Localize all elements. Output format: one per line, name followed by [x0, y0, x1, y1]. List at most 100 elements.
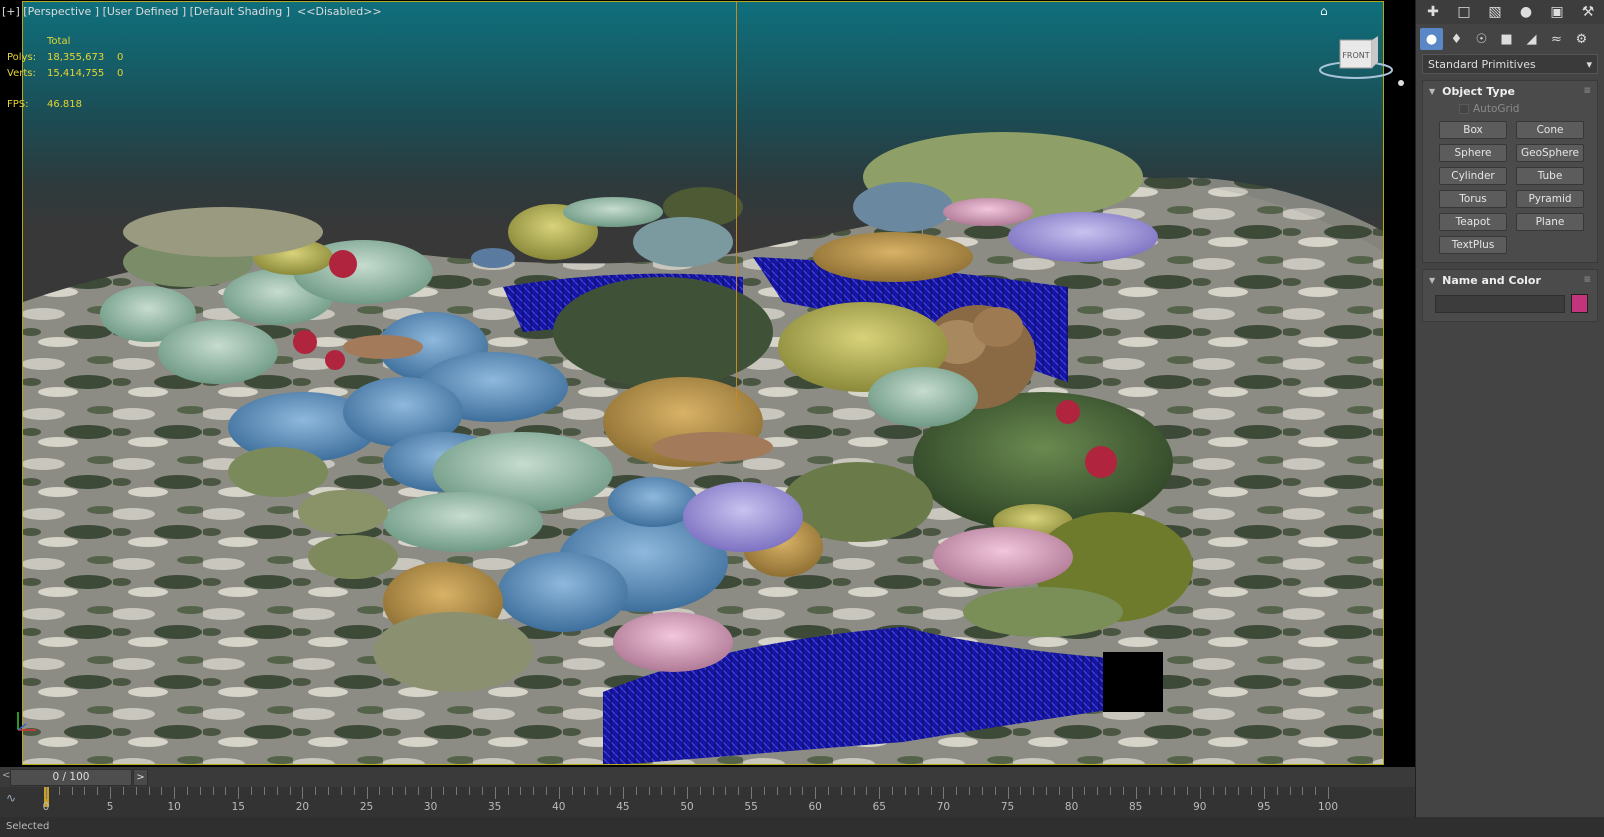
frame-tick	[1045, 787, 1047, 795]
autogrid-checkbox[interactable]: AutoGrid	[1423, 101, 1597, 119]
name-and-color-title: Name and Color	[1442, 273, 1541, 287]
time-slider[interactable]: 0 / 100	[10, 769, 132, 786]
status-bar: Selected	[0, 817, 1604, 837]
frame-tick	[187, 787, 189, 795]
stats-verts-label: Verts:	[7, 68, 36, 79]
lights-icon[interactable]: ☉	[1470, 28, 1493, 50]
statistics-overlay: Total Polys: 18,355,673 0 Verts: 15,414,…	[0, 36, 150, 116]
primitive-category-dropdown[interactable]: Standard Primitives ▾	[1422, 54, 1598, 74]
object-type-header[interactable]: ▼ Object Type ≡	[1423, 81, 1597, 101]
stats-polys-selected: 0	[117, 52, 124, 63]
rollout-grip-icon: ≡	[1583, 275, 1591, 285]
hierarchy-icon[interactable]: ▧	[1484, 3, 1506, 21]
frame-tick-label: 0	[42, 801, 50, 813]
frame-tick	[430, 787, 432, 799]
track-bar[interactable]: ∿ 0 5 10 15 20 25 30 35 40 45 50 55 60 65 70 75 80 85 90 95…	[0, 787, 1415, 817]
name-and-color-rollout: ▼ Name and Color ≡	[1422, 269, 1598, 322]
frame-tick	[148, 787, 150, 795]
teapot-button[interactable]: Teapot	[1439, 213, 1507, 231]
frame-tick	[1148, 787, 1150, 795]
viewcube[interactable]: FRONT	[1318, 36, 1404, 84]
frame-tick	[404, 787, 406, 795]
frame-tick	[276, 787, 278, 795]
frame-tick	[315, 787, 317, 795]
frame-tick-label: 40	[552, 801, 566, 813]
checkbox-icon[interactable]	[1459, 104, 1469, 114]
rollout-grip-icon: ≡	[1583, 86, 1591, 96]
viewport-label[interactable]: [+] [Perspective ] [User Defined ] [Defa…	[2, 5, 382, 18]
pyramid-button[interactable]: Pyramid	[1516, 190, 1584, 208]
frame-tick-label: 30	[423, 801, 438, 813]
modify-icon[interactable]: □	[1453, 3, 1475, 21]
frame-tick	[635, 787, 637, 795]
frame-tick	[558, 787, 560, 799]
helpers-icon[interactable]: ◢	[1520, 28, 1543, 50]
box-button[interactable]: Box	[1439, 121, 1507, 139]
home-icon[interactable]: ⌂	[1320, 4, 1328, 18]
systems-icon[interactable]: ⚙	[1570, 28, 1593, 50]
frame-tick	[494, 787, 496, 799]
frame-tick	[84, 787, 86, 795]
shapes-icon[interactable]: ♦	[1445, 28, 1468, 50]
axis-tripod-icon	[17, 712, 36, 731]
display-icon[interactable]: ▣	[1546, 3, 1568, 21]
frame-tick	[225, 787, 227, 795]
sphere-button[interactable]: Sphere	[1439, 144, 1507, 162]
frame-ruler[interactable]: 0 5 10 15 20 25 30 35 40 45 50 55 60 65 70 75 80 85 90 95 10…	[42, 787, 1386, 817]
time-next-button[interactable]: >	[133, 769, 148, 786]
create-icon[interactable]: ✚	[1422, 3, 1444, 21]
frame-tick	[1328, 787, 1329, 799]
space-warps-icon[interactable]: ≈	[1545, 28, 1568, 50]
frame-tick	[97, 787, 99, 795]
curve-editor-icon[interactable]: ∿	[6, 791, 16, 805]
geometry-icon[interactable]: ●	[1420, 28, 1443, 50]
cameras-icon[interactable]: ■	[1495, 28, 1518, 50]
cylinder-button[interactable]: Cylinder	[1439, 167, 1507, 185]
frame-tick	[533, 787, 535, 795]
cone-button[interactable]: Cone	[1516, 121, 1584, 139]
frame-tick	[251, 787, 253, 795]
frame-tick-label: 90	[1193, 801, 1207, 813]
torus-button[interactable]: Torus	[1439, 190, 1507, 208]
selection-status: Selected	[6, 821, 50, 832]
frame-tick	[789, 787, 791, 795]
frame-tick	[520, 787, 522, 795]
create-category-tabs: ● ♦ ☉ ■ ◢ ≈ ⚙	[1416, 24, 1604, 54]
frame-tick	[58, 787, 60, 795]
command-panel: ✚ □ ▧ ● ▣ ⚒ ● ♦ ☉ ■ ◢ ≈ ⚙ Standard Primi…	[1415, 0, 1604, 837]
motion-icon[interactable]: ●	[1515, 3, 1537, 21]
perspective-viewport[interactable]: [+] [Perspective ] [User Defined ] [Defa…	[0, 0, 1415, 767]
tube-button[interactable]: Tube	[1516, 167, 1584, 185]
frame-tick	[456, 787, 458, 795]
utilities-icon[interactable]: ⚒	[1577, 3, 1599, 21]
frame-tick	[469, 787, 471, 795]
frame-tick	[135, 787, 137, 795]
frame-tick-label: 5	[106, 801, 114, 813]
frame-tick	[302, 787, 304, 799]
viewport-divider-line	[736, 1, 737, 411]
frame-tick	[751, 787, 753, 799]
plane-button[interactable]: Plane	[1516, 213, 1584, 231]
frame-tick	[610, 787, 612, 795]
object-name-input[interactable]	[1435, 294, 1565, 313]
frame-tick	[353, 787, 355, 795]
object-color-swatch[interactable]	[1571, 294, 1588, 313]
frame-tick	[853, 787, 855, 795]
frame-tick	[776, 787, 778, 795]
frame-tick	[1251, 787, 1253, 795]
viewcube-face-label[interactable]: FRONT	[1342, 51, 1369, 60]
stats-fps-value: 46.818	[47, 99, 82, 110]
frame-tick	[674, 787, 676, 795]
textplus-button[interactable]: TextPlus	[1439, 236, 1507, 254]
frame-tick-label: 15	[231, 801, 245, 813]
frame-tick	[815, 787, 817, 799]
frame-tick	[943, 787, 945, 799]
frame-tick	[1084, 787, 1086, 795]
frame-tick	[622, 787, 624, 799]
frame-tick	[122, 787, 124, 795]
frame-tick	[1302, 787, 1304, 795]
geosphere-button[interactable]: GeoSphere	[1516, 144, 1584, 162]
frame-tick	[1007, 787, 1009, 799]
name-and-color-header[interactable]: ▼ Name and Color ≡	[1423, 270, 1597, 290]
viewport-scene[interactable]	[22, 1, 1384, 765]
